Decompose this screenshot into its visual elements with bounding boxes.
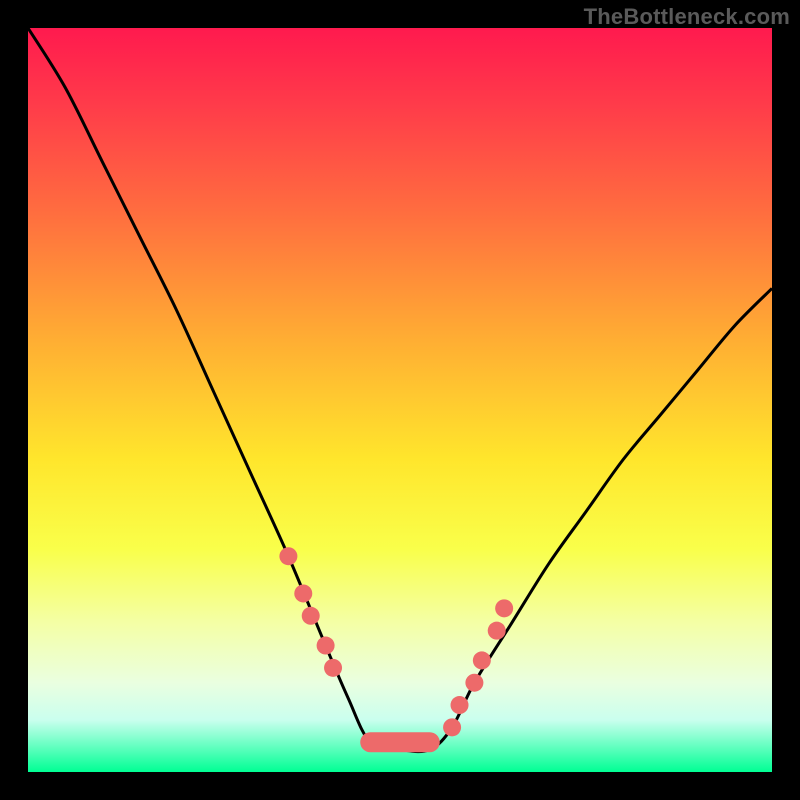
marker-dot	[279, 547, 297, 565]
marker-dot	[495, 599, 513, 617]
marker-dot	[317, 637, 335, 655]
marker-dot	[451, 696, 469, 714]
marker-dot	[473, 651, 491, 669]
marker-layer	[279, 547, 513, 752]
marker-dot	[302, 607, 320, 625]
curve-layer	[28, 28, 772, 752]
watermark-text: TheBottleneck.com	[584, 4, 790, 30]
marker-dot	[443, 718, 461, 736]
marker-dot	[324, 659, 342, 677]
chart-plot-area	[28, 28, 772, 772]
marker-pill	[360, 732, 440, 752]
chart-frame: TheBottleneck.com	[0, 0, 800, 800]
chart-svg	[28, 28, 772, 772]
marker-dot	[488, 622, 506, 640]
bottleneck-curve	[28, 28, 772, 752]
marker-dot	[465, 674, 483, 692]
marker-dot	[294, 584, 312, 602]
